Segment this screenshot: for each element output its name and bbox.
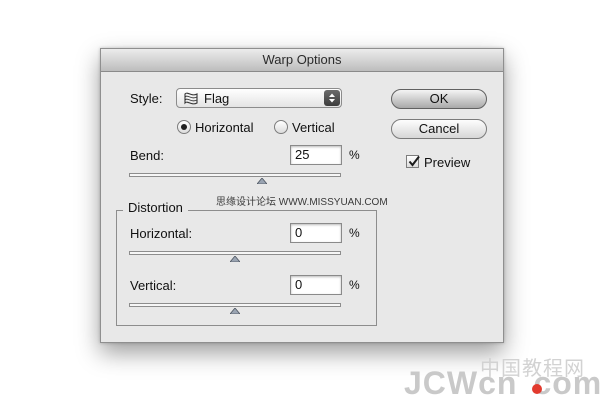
- radio-selected-dot: [181, 124, 187, 130]
- bend-input[interactable]: 25: [290, 145, 342, 165]
- vertical-distortion-label: Vertical:: [130, 278, 177, 293]
- horizontal-distortion-unit: %: [349, 226, 360, 240]
- vertical-distortion-unit: %: [349, 278, 360, 292]
- vertical-radio[interactable]: [274, 120, 288, 134]
- ok-button[interactable]: OK: [391, 89, 487, 109]
- preview-checkbox[interactable]: [406, 155, 420, 168]
- vertical-distortion-slider-thumb[interactable]: [230, 308, 240, 314]
- flag-warp-icon: [183, 92, 199, 110]
- checkmark-icon: [408, 155, 420, 167]
- up-down-arrows-icon: [324, 90, 340, 106]
- style-dropdown[interactable]: Flag: [176, 88, 342, 108]
- bend-unit: %: [349, 148, 360, 162]
- bend-label: Bend:: [130, 148, 164, 163]
- horizontal-radio-label[interactable]: Horizontal: [195, 120, 254, 135]
- vertical-radio-label[interactable]: Vertical: [292, 120, 335, 135]
- vertical-distortion-slider-track[interactable]: [129, 303, 341, 307]
- watermark-jcwcn: JCWcn com: [404, 365, 600, 402]
- warp-options-dialog: Warp Options Style: Flag Horizontal Vert…: [100, 48, 504, 343]
- bend-slider-track[interactable]: [129, 173, 341, 177]
- style-label: Style:: [130, 91, 163, 106]
- bend-slider-thumb[interactable]: [256, 178, 267, 184]
- horizontal-distortion-input[interactable]: 0: [290, 223, 342, 243]
- vertical-distortion-input[interactable]: 0: [290, 275, 342, 295]
- preview-label[interactable]: Preview: [424, 155, 470, 170]
- horizontal-radio[interactable]: [177, 120, 191, 134]
- watermark-jcwcn-text: JCWcn: [404, 365, 518, 401]
- watermark-red-dot: [532, 384, 542, 394]
- dialog-title: Warp Options: [101, 49, 503, 72]
- style-value: Flag: [204, 91, 230, 106]
- distortion-group-label: Distortion: [123, 200, 188, 215]
- watermark-missyuan: 思缘设计论坛 WWW.MISSYUAN.COM: [216, 197, 388, 208]
- horizontal-distortion-label: Horizontal:: [130, 226, 193, 241]
- horizontal-distortion-slider-track[interactable]: [129, 251, 341, 255]
- watermark-com-text: com: [533, 365, 600, 401]
- cancel-button[interactable]: Cancel: [391, 119, 487, 139]
- horizontal-distortion-slider-thumb[interactable]: [230, 256, 240, 262]
